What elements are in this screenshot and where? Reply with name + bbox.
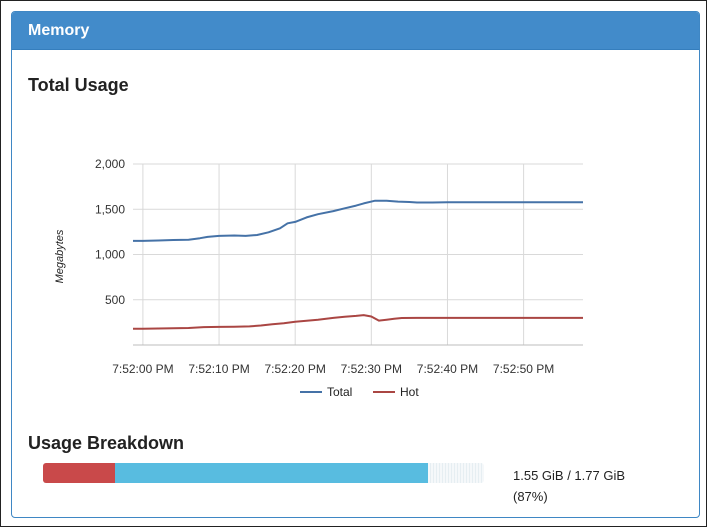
- window-frame: Memory Total Usage 500 1,000 1,500 2,000 7:5…: [0, 0, 707, 527]
- x-tick-label: 7:52:10 PM: [188, 362, 249, 376]
- chart-series: [133, 199, 583, 330]
- panel-title: Memory: [28, 21, 90, 39]
- usage-breakdown-title: Usage Breakdown: [28, 433, 185, 453]
- y-tick-label: 500: [105, 293, 125, 307]
- panel-header: Memory: [12, 12, 699, 50]
- legend-label-total: Total: [327, 385, 352, 399]
- y-tick-label: 2,000: [95, 157, 125, 171]
- x-tick-label: 7:52:30 PM: [341, 362, 402, 376]
- x-tick-label: 7:52:00 PM: [112, 362, 173, 376]
- y-axis-label: Megabytes: [54, 229, 66, 283]
- usage-progress-bar: [43, 463, 484, 483]
- usage-amount: 1.55 GiB / 1.77 GiB: [513, 468, 626, 483]
- usage-summary: 1.55 GiB / 1.77 GiB (87%): [513, 465, 625, 507]
- x-tick-label: 7:52:20 PM: [264, 362, 325, 376]
- memory-panel: Memory Total Usage 500 1,000 1,500 2,000 7:5…: [11, 11, 700, 518]
- series-line-total: [133, 199, 583, 242]
- usage-percent: (87%): [513, 489, 548, 504]
- x-tick-label: 7:52:40 PM: [417, 362, 478, 376]
- chart-legend: Total Hot: [300, 385, 419, 399]
- memory-usage-chart: 500 1,000 1,500 2,000 7:52:00 PM 7:52:10 PM 7:…: [54, 157, 583, 399]
- progress-segment-total: [114, 463, 429, 483]
- series-line-hot: [133, 314, 583, 330]
- legend-label-hot: Hot: [400, 385, 419, 399]
- y-tick-label: 1,500: [95, 202, 125, 216]
- x-tick-label: 7:52:50 PM: [493, 362, 554, 376]
- chart-axes: 500 1,000 1,500 2,000 7:52:00 PM 7:52:10 PM 7:…: [54, 157, 554, 376]
- y-tick-label: 1,000: [95, 248, 125, 262]
- progress-segment-hot: [43, 463, 115, 483]
